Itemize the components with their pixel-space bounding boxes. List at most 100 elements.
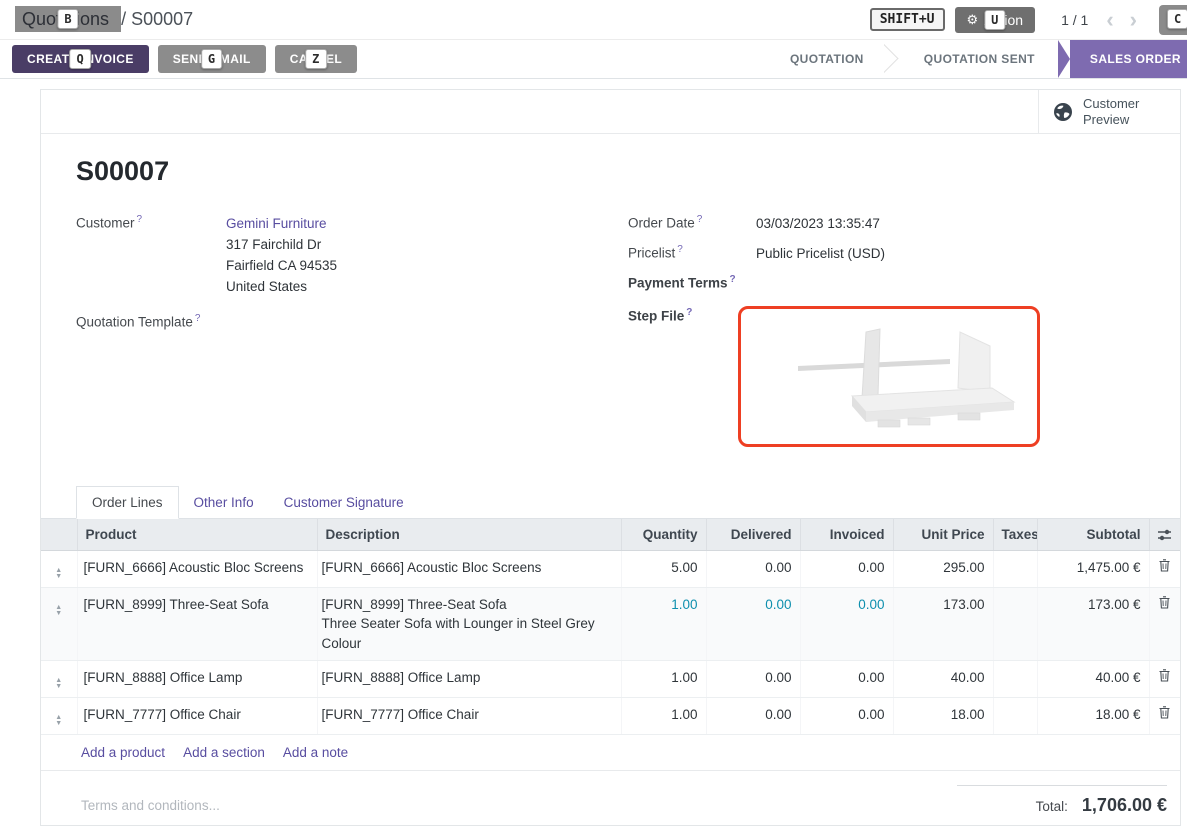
tab-other-info[interactable]: Other Info bbox=[179, 487, 269, 518]
cell-description[interactable]: [FURN_7777] Office Chair bbox=[317, 698, 621, 735]
pricelist-value[interactable]: Public Pricelist (USD) bbox=[756, 243, 885, 264]
breadcrumb-current: / S00007 bbox=[121, 9, 193, 29]
order-lines-body: ▲▼ [FURN_6666] Acoustic Bloc Screens [FU… bbox=[41, 550, 1180, 735]
status-step[interactable]: SALES ORDER bbox=[1070, 40, 1187, 78]
col-quantity[interactable]: Quantity bbox=[621, 519, 706, 551]
col-unit-price[interactable]: Unit Price bbox=[893, 519, 993, 551]
cell-taxes[interactable] bbox=[993, 550, 1037, 587]
action-buttons: CREATE INVOICE Q SEND EMAIL G CANCEL Z bbox=[12, 45, 366, 73]
form-sheet: Customer Preview S00007 Customer? Gemini… bbox=[40, 89, 1181, 826]
cell-unit-price[interactable]: 40.00 bbox=[893, 661, 993, 698]
cell-quantity[interactable]: 1.00 bbox=[621, 661, 706, 698]
cell-product[interactable]: [FURN_7777] Office Chair bbox=[77, 698, 317, 735]
terms-placeholder[interactable]: Terms and conditions... bbox=[81, 785, 220, 816]
col-subtotal[interactable]: Subtotal bbox=[1037, 519, 1149, 551]
delete-row-icon[interactable] bbox=[1159, 559, 1170, 572]
order-date-value[interactable]: 03/03/2023 13:35:47 bbox=[756, 213, 880, 234]
action-button[interactable]: CREATE INVOICE Q bbox=[12, 45, 149, 73]
field-pricelist: Pricelist? Public Pricelist (USD) bbox=[628, 243, 1145, 264]
step-file-preview[interactable] bbox=[738, 306, 1040, 447]
cell-subtotal: 173.00 € bbox=[1037, 587, 1149, 661]
cell-invoiced[interactable]: 0.00 bbox=[800, 698, 893, 735]
cell-invoiced[interactable]: 0.00 bbox=[800, 550, 893, 587]
order-line-row[interactable]: ▲▼ [FURN_8999] Three-Seat Sofa [FURN_899… bbox=[41, 587, 1180, 661]
cell-quantity[interactable]: 5.00 bbox=[621, 550, 706, 587]
cell-description[interactable]: [FURN_8888] Office Lamp bbox=[317, 661, 621, 698]
table-footer-links: Add a product Add a section Add a note bbox=[41, 735, 1180, 771]
delete-row-icon[interactable] bbox=[1159, 596, 1170, 609]
col-invoiced[interactable]: Invoiced bbox=[800, 519, 893, 551]
cell-taxes[interactable] bbox=[993, 698, 1037, 735]
add-a-product-link[interactable]: Add a product bbox=[81, 745, 165, 760]
customer-link[interactable]: Gemini Furniture bbox=[226, 213, 337, 234]
cell-invoiced[interactable]: 0.00 bbox=[800, 661, 893, 698]
pager-counter: 1 / 1 bbox=[1061, 12, 1088, 28]
cell-quantity[interactable]: 1.00 bbox=[621, 698, 706, 735]
status-step[interactable]: QUOTATION bbox=[770, 40, 884, 78]
customer-address-line: Fairfield CA 94535 bbox=[226, 255, 337, 276]
pricelist-label: Pricelist? bbox=[628, 243, 756, 264]
col-taxes[interactable]: Taxes bbox=[993, 519, 1037, 551]
delete-row-icon[interactable] bbox=[1159, 669, 1170, 682]
action-menu-button[interactable]: ⚙ Action U bbox=[955, 7, 1036, 33]
tab-order-lines[interactable]: Order Lines bbox=[76, 486, 179, 519]
cell-product[interactable]: [FURN_6666] Acoustic Bloc Screens bbox=[77, 550, 317, 587]
control-bar-right: SHIFT+U ⚙ Action U 1 / 1 ‹ › C bbox=[870, 5, 1187, 35]
notebook-tabs: Order LinesOther InfoCustomer Signature bbox=[41, 486, 1180, 519]
cell-product[interactable]: [FURN_8999] Three-Seat Sofa bbox=[77, 587, 317, 661]
col-product[interactable]: Product bbox=[77, 519, 317, 551]
help-icon: ? bbox=[195, 313, 201, 324]
field-order-date: Order Date? 03/03/2023 13:35:47 bbox=[628, 213, 1145, 234]
drag-handle-icon[interactable]: ▲▼ bbox=[55, 711, 62, 727]
cell-subtotal: 18.00 € bbox=[1037, 698, 1149, 735]
order-lines-table: Product Description Quantity Delivered I… bbox=[41, 519, 1180, 736]
field-quotation-template: Quotation Template? bbox=[76, 312, 628, 330]
add-a-section-link[interactable]: Add a section bbox=[183, 745, 265, 760]
total-value: 1,706.00 € bbox=[1082, 795, 1167, 816]
col-delivered[interactable]: Delivered bbox=[706, 519, 800, 551]
cell-description[interactable]: [FURN_6666] Acoustic Bloc Screens bbox=[317, 550, 621, 587]
customer-preview-button[interactable]: Customer Preview bbox=[1038, 90, 1180, 133]
optional-columns-icon[interactable] bbox=[1157, 529, 1172, 541]
cell-taxes[interactable] bbox=[993, 587, 1037, 661]
cell-description[interactable]: [FURN_8999] Three-Seat SofaThree Seater … bbox=[317, 587, 621, 661]
cell-taxes[interactable] bbox=[993, 661, 1037, 698]
pager-next-icon[interactable]: › bbox=[1122, 10, 1145, 30]
order-line-row[interactable]: ▲▼ [FURN_7777] Office Chair [FURN_7777] … bbox=[41, 698, 1180, 735]
order-line-row[interactable]: ▲▼ [FURN_8888] Office Lamp [FURN_8888] O… bbox=[41, 661, 1180, 698]
help-icon: ? bbox=[730, 274, 736, 285]
cell-invoiced[interactable]: 0.00 bbox=[800, 587, 893, 661]
edge-cropped-button[interactable]: C bbox=[1159, 5, 1187, 35]
cell-delivered[interactable]: 0.00 bbox=[706, 550, 800, 587]
status-step[interactable]: QUOTATION SENT bbox=[904, 40, 1055, 78]
cell-delivered[interactable]: 0.00 bbox=[706, 661, 800, 698]
gear-icon: ⚙ bbox=[967, 12, 979, 28]
tab-customer-signature[interactable]: Customer Signature bbox=[269, 487, 419, 518]
drag-handle-icon[interactable]: ▲▼ bbox=[55, 564, 62, 580]
cell-unit-price[interactable]: 18.00 bbox=[893, 698, 993, 735]
field-grid: Customer? Gemini Furniture 317 Fairchild… bbox=[76, 213, 1145, 456]
hint-badge-action: U bbox=[984, 10, 1005, 30]
cell-subtotal: 40.00 € bbox=[1037, 661, 1149, 698]
drag-handle-icon[interactable]: ▲▼ bbox=[55, 601, 62, 617]
sheet-top-bar: Customer Preview bbox=[41, 90, 1180, 134]
cell-product[interactable]: [FURN_8888] Office Lamp bbox=[77, 661, 317, 698]
help-icon: ? bbox=[686, 307, 692, 318]
help-icon: ? bbox=[677, 244, 683, 255]
col-description[interactable]: Description bbox=[317, 519, 621, 551]
drag-handle-icon[interactable]: ▲▼ bbox=[55, 674, 62, 690]
action-button[interactable]: CANCEL Z bbox=[275, 45, 357, 73]
breadcrumb: Quotations B / S00007 bbox=[15, 9, 193, 30]
action-button[interactable]: SEND EMAIL G bbox=[158, 45, 266, 73]
cell-delivered[interactable]: 0.00 bbox=[706, 587, 800, 661]
payment-terms-label: Payment Terms? bbox=[628, 273, 756, 291]
cell-unit-price[interactable]: 173.00 bbox=[893, 587, 993, 661]
cell-delivered[interactable]: 0.00 bbox=[706, 698, 800, 735]
delete-row-icon[interactable] bbox=[1159, 706, 1170, 719]
cell-quantity[interactable]: 1.00 bbox=[621, 587, 706, 661]
order-line-row[interactable]: ▲▼ [FURN_6666] Acoustic Bloc Screens [FU… bbox=[41, 550, 1180, 587]
add-a-note-link[interactable]: Add a note bbox=[283, 745, 348, 760]
cell-unit-price[interactable]: 295.00 bbox=[893, 550, 993, 587]
breadcrumb-quotations-link[interactable]: Quotations B bbox=[15, 6, 121, 32]
pager-prev-icon[interactable]: ‹ bbox=[1098, 10, 1121, 30]
